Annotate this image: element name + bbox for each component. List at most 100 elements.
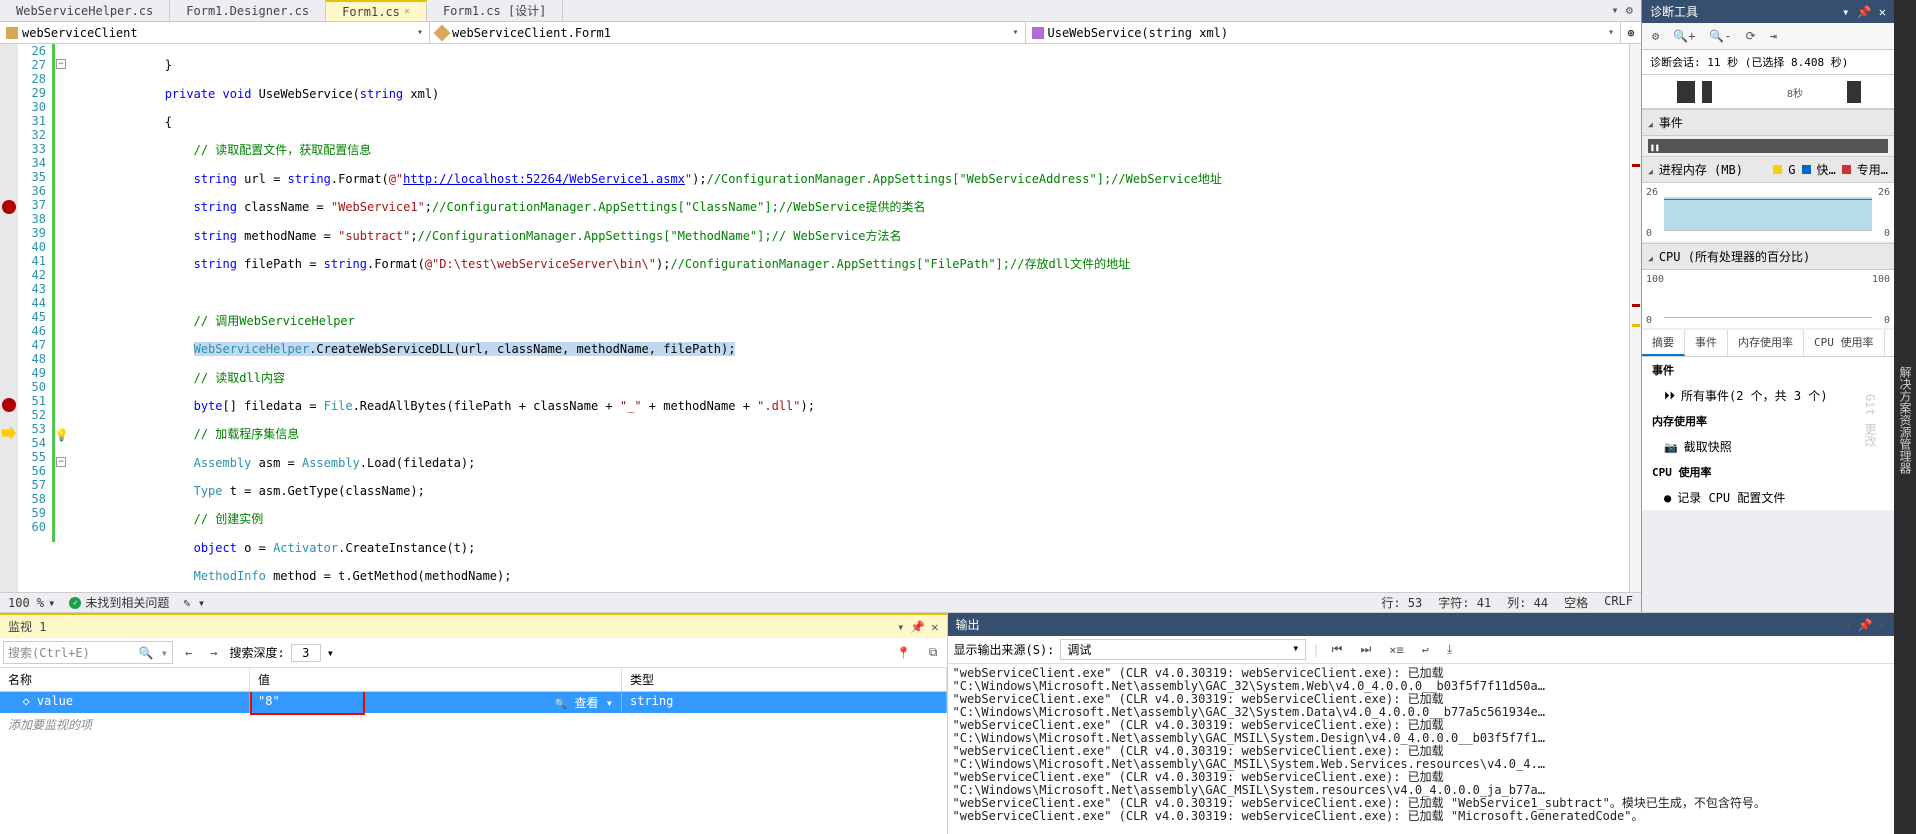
output-source-dropdown[interactable]: 调试▾ xyxy=(1060,639,1306,660)
output-line: "webServiceClient.exe" (CLR v4.0.30319: … xyxy=(953,693,1890,719)
close-icon[interactable]: ✕ xyxy=(404,6,410,17)
code-line[interactable]: string className = "WebService1";//Confi… xyxy=(78,200,1629,214)
code-line[interactable]: WebServiceHelper.CreateWebServiceDLL(url… xyxy=(78,342,1629,356)
watch-title[interactable]: 监视 1▾📌✕ xyxy=(0,613,947,638)
breakpoint-icon[interactable] xyxy=(2,200,16,214)
nav-back-icon[interactable]: ← xyxy=(179,643,198,663)
events-bar xyxy=(1648,139,1888,153)
col-name[interactable]: 名称 xyxy=(0,668,250,691)
tab-summary[interactable]: 摘要 xyxy=(1642,330,1685,356)
code-line[interactable]: string methodName = "subtract";//Configu… xyxy=(78,229,1629,243)
nav-member-dropdown[interactable]: UseWebService(string xml)▾ xyxy=(1026,22,1622,43)
csproj-icon xyxy=(6,27,18,39)
side-tab-git[interactable]: Git 更改 xyxy=(1860,388,1881,453)
to-right-icon[interactable]: ⇥ xyxy=(1766,27,1781,45)
snapshot-link[interactable]: 截取快照 xyxy=(1642,434,1894,459)
code-line[interactable]: object o = Activator.CreateInstance(t); xyxy=(78,541,1629,555)
output-line: "webServiceClient.exe" (CLR v4.0.30319: … xyxy=(953,810,1890,823)
col-type[interactable]: 类型 xyxy=(622,668,947,691)
split-button[interactable]: ⊕ xyxy=(1621,22,1641,43)
reset-zoom-icon[interactable]: ⟳ xyxy=(1742,27,1760,45)
class-icon xyxy=(434,24,451,41)
code-line[interactable]: // 调用WebServiceHelper xyxy=(78,314,1629,328)
lens-icon[interactable] xyxy=(555,696,567,710)
nav-bar: webServiceClient▾ webServiceClient.Form1… xyxy=(0,22,1641,44)
tab-form1-cs[interactable]: Form1.cs✕ xyxy=(326,0,427,21)
file-tabs: WebServiceHelper.cs Form1.Designer.cs Fo… xyxy=(0,0,1641,22)
tab-designer[interactable]: Form1.Designer.cs xyxy=(170,0,326,21)
chevron-down-icon: ▾ xyxy=(1012,27,1018,38)
fold-icon[interactable]: − xyxy=(56,59,66,69)
lineend-mode[interactable]: CRLF xyxy=(1604,594,1633,611)
watch-search-input[interactable]: 搜索(Ctrl+E)🔍 ▾ xyxy=(3,641,173,664)
code-line[interactable]: Assembly asm = Assembly.Load(filedata); xyxy=(78,456,1629,470)
cursor-line: 行: 53 xyxy=(1381,594,1422,611)
find-icon[interactable]: ⏮ xyxy=(1326,639,1349,660)
tab-events[interactable]: 事件 xyxy=(1685,330,1728,356)
code-line[interactable]: } xyxy=(78,58,1629,72)
code-line[interactable]: byte[] filedata = File.ReadAllBytes(file… xyxy=(78,399,1629,413)
code-editor[interactable]: 2627282930313233343536373839404142434445… xyxy=(0,44,1641,592)
add-watch-placeholder[interactable]: 添加要监视的项 xyxy=(0,713,947,736)
record-cpu-link[interactable]: 记录 CPU 配置文件 xyxy=(1642,485,1894,510)
depth-input[interactable] xyxy=(291,644,321,662)
wrap-icon[interactable]: ↩ xyxy=(1416,640,1435,660)
zoom-in-icon[interactable]: 🔍+ xyxy=(1669,27,1699,45)
diag-toolbar: ⚙ 🔍+ 🔍- ⟳ ⇥ xyxy=(1642,23,1894,50)
breakpoint-gutter[interactable] xyxy=(0,44,18,592)
all-events-link[interactable]: ⏵⏵ 所有事件(2 个，共 3 个) xyxy=(1642,383,1894,408)
code-line[interactable] xyxy=(78,285,1629,299)
filter-icon[interactable]: ⧉ xyxy=(923,642,944,663)
breakpoint-icon[interactable] xyxy=(2,398,16,412)
code-line[interactable]: // 读取dll内容 xyxy=(78,371,1629,385)
issues-indicator[interactable]: ✓未找到相关问题 xyxy=(69,594,169,611)
gear-icon[interactable]: ⚙ xyxy=(1648,27,1663,45)
tab-memory[interactable]: 内存使用率 xyxy=(1728,330,1804,356)
output-source-label: 显示输出来源(S): xyxy=(954,641,1055,658)
fold-icon[interactable]: − xyxy=(56,457,66,467)
collapsed-side-tabs: 解决方案资源管理器 Git 更改 xyxy=(1894,0,1916,834)
code-line[interactable]: // 创建实例 xyxy=(78,512,1629,526)
memory-chart[interactable]: 26 26 0 0 xyxy=(1642,183,1894,241)
tab-cpu[interactable]: CPU 使用率 xyxy=(1804,330,1885,356)
find-icon[interactable]: ⏭ xyxy=(1354,639,1377,660)
code-line[interactable]: // 读取配置文件，获取配置信息 xyxy=(78,143,1629,157)
tab-form1-design[interactable]: Form1.cs [设计] xyxy=(427,0,563,21)
nav-project-dropdown[interactable]: webServiceClient▾ xyxy=(0,22,430,43)
cpu-chart[interactable]: 100 100 0 0 xyxy=(1642,270,1894,328)
tab-webservicehelper[interactable]: WebServiceHelper.cs xyxy=(0,0,170,21)
scrollbar-minimap[interactable] xyxy=(1629,44,1641,592)
code-line[interactable]: // 加载程序集信息 xyxy=(78,427,1629,441)
output-pane: 输出▾📌✕ 显示输出来源(S): 调试▾ | ⏮ ⏭ ⨯≡ ↩ ⤓ "webSe… xyxy=(948,613,1895,834)
output-body[interactable]: "webServiceClient.exe" (CLR v4.0.30319: … xyxy=(948,664,1895,834)
code-line[interactable]: MethodInfo method = t.GetMethod(methodNa… xyxy=(78,569,1629,583)
output-title[interactable]: 输出▾📌✕ xyxy=(948,613,1895,636)
code-line[interactable]: string filePath = string.Format(@"D:\tes… xyxy=(78,257,1629,271)
chevron-down-icon: ▾ xyxy=(1608,27,1614,38)
code-line[interactable]: Type t = asm.GetType(className); xyxy=(78,484,1629,498)
code-line[interactable]: { xyxy=(78,115,1629,129)
cpu-section-header[interactable]: CPU (所有处理器的百分比) xyxy=(1642,243,1894,270)
code-body[interactable]: } private void UseWebService(string xml)… xyxy=(74,44,1629,592)
nav-fwd-icon[interactable]: → xyxy=(204,643,223,663)
editor-status-bar: 100 % ▾ ✓未找到相关问题 ✎ ▾ 行: 53 字符: 41 列: 44 … xyxy=(0,592,1641,612)
events-section-header[interactable]: 事件 xyxy=(1642,109,1894,136)
code-line[interactable]: string url = string.Format(@"http://loca… xyxy=(78,172,1629,186)
outline-gutter[interactable]: − − 💡 xyxy=(52,44,74,592)
watch-row[interactable]: ◇ value "8" 查看 ▾ string xyxy=(0,692,947,713)
camera-icon xyxy=(1664,440,1678,454)
depth-label: 搜索深度: xyxy=(229,644,284,661)
zoom-out-icon[interactable]: 🔍- xyxy=(1705,27,1735,45)
gear-icon[interactable]: ▾ ⚙ xyxy=(1603,0,1641,21)
clear-icon[interactable]: ⨯≡ xyxy=(1383,640,1409,660)
side-tab-solution-explorer[interactable]: 解决方案资源管理器 xyxy=(1895,360,1916,480)
code-line[interactable]: private void UseWebService(string xml) xyxy=(78,87,1629,101)
col-value[interactable]: 值 xyxy=(250,668,622,691)
timeline[interactable]: 8秒 xyxy=(1642,75,1894,109)
memory-section-header[interactable]: 进程内存 (MB) G快…专用… xyxy=(1642,156,1894,183)
pin-icon[interactable]: 📍 xyxy=(890,643,917,663)
zoom-level[interactable]: 100 % ▾ xyxy=(8,596,55,610)
indent-mode[interactable]: 空格 xyxy=(1564,594,1588,611)
nav-class-dropdown[interactable]: webServiceClient.Form1▾ xyxy=(430,22,1026,43)
scroll-icon[interactable]: ⤓ xyxy=(1441,639,1458,660)
